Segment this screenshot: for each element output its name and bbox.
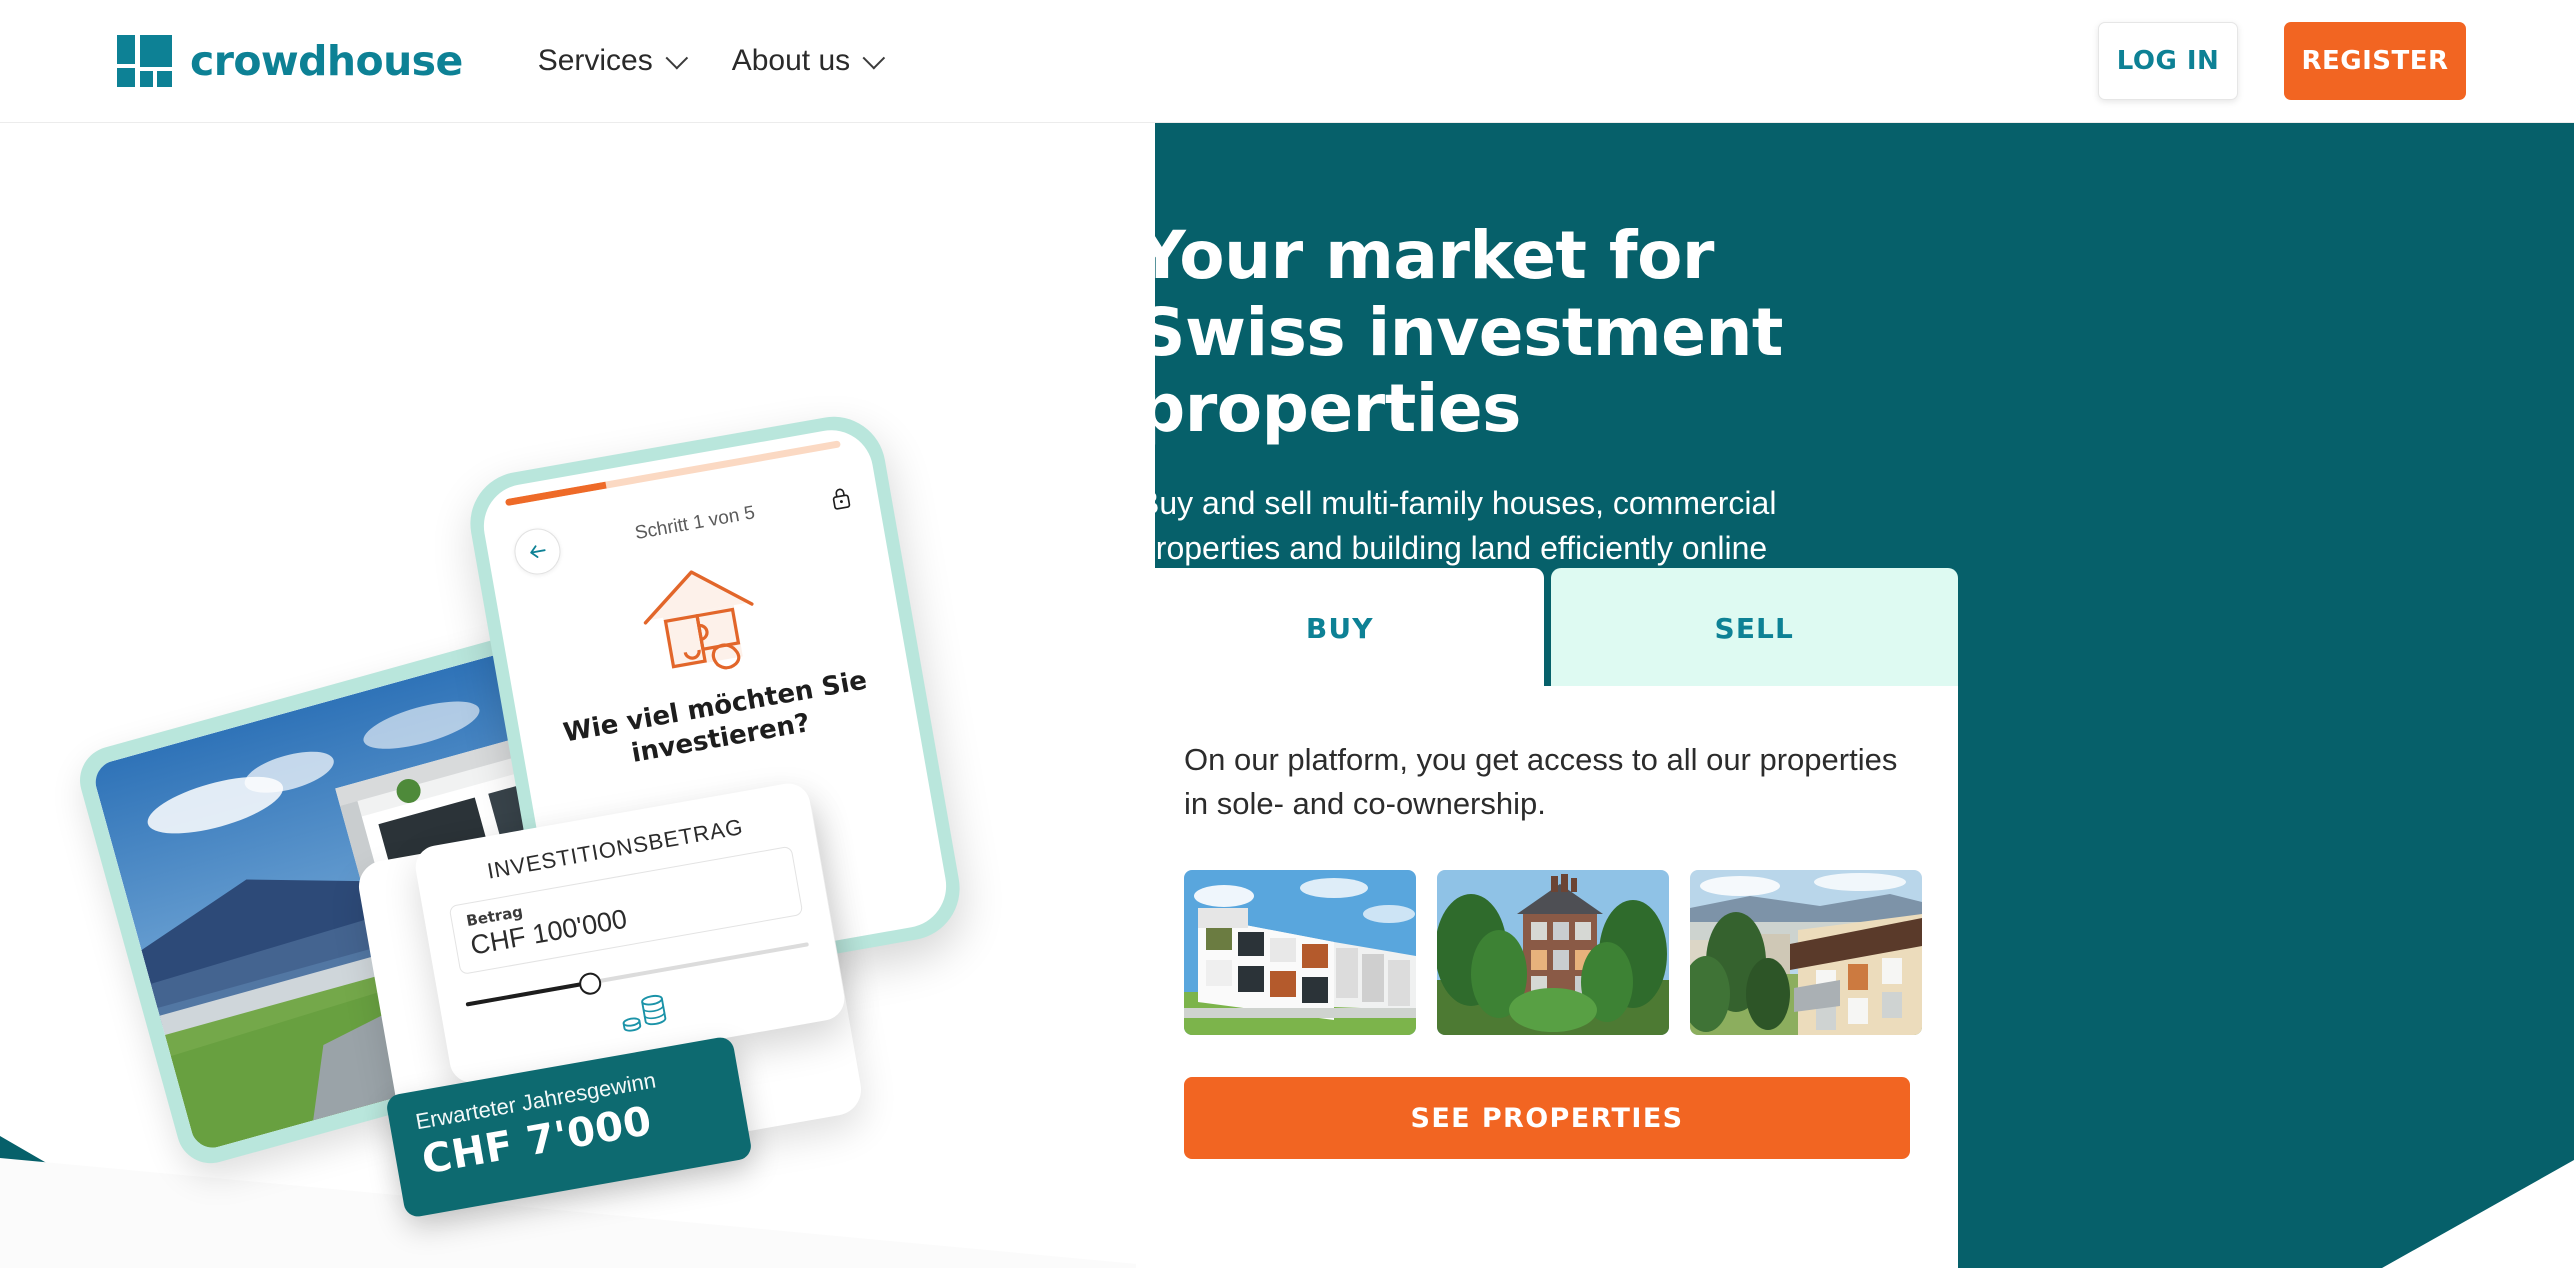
carousel-dot-3[interactable] [1224, 1239, 1250, 1265]
brand-logo[interactable]: crowdhouse [117, 35, 463, 87]
buy-sell-tabs: BUY SELL [1136, 568, 1958, 688]
nav-item-services-label: Services [537, 44, 653, 77]
carousel-dot-1[interactable] [1136, 1239, 1162, 1265]
nav-item-about-us-label: About us [731, 44, 851, 77]
carousel-pagination [1136, 1239, 1374, 1265]
buy-sell-card-body: On our platform, you get access to all o… [1136, 686, 1958, 1268]
nav-item-about-us[interactable]: About us [731, 44, 886, 78]
slider-knob[interactable] [577, 970, 603, 997]
chevron-down-icon [862, 46, 886, 70]
arrow-left-icon [530, 545, 546, 558]
coins-icon [622, 994, 667, 1032]
hero-section: Schritt 1 von 5 Wie viel möchten Sie inv… [0, 123, 2574, 1268]
step-indicator-label: Schritt 1 von 5 [633, 502, 757, 545]
carousel-dot-5[interactable] [1348, 1239, 1374, 1265]
nav-item-services[interactable]: Services [537, 44, 688, 78]
property-thumbnail-1[interactable] [1184, 870, 1416, 1036]
login-button[interactable]: LOG IN [2098, 22, 2238, 100]
property-thumbnail-3[interactable] [1690, 870, 1922, 1036]
property-thumbnails [1184, 870, 1922, 1036]
main-navigation: Services About us [537, 44, 886, 78]
see-properties-button[interactable]: SEE PROPERTIES [1184, 1077, 1910, 1160]
slider-fill [465, 980, 594, 1007]
back-button[interactable] [510, 524, 565, 579]
lock-icon [832, 488, 851, 510]
crowdhouse-logo-icon [117, 35, 172, 87]
header-actions: LOG IN REGISTER [2098, 22, 2466, 100]
site-header: crowdhouse Services About us LOG IN REGI… [0, 0, 2574, 123]
chevron-down-icon [665, 46, 688, 70]
hero-copy: Your market for Swiss investment propert… [1138, 217, 2058, 572]
brand-name: crowdhouse [190, 37, 463, 85]
hero-subtitle: Buy and sell multi-family houses, commer… [1138, 484, 1777, 567]
tab-buy[interactable]: BUY [1136, 568, 1544, 688]
register-button[interactable]: REGISTER [2284, 22, 2466, 100]
carousel-dot-4-active[interactable] [1268, 1239, 1330, 1265]
hero-illustration: Schritt 1 von 5 Wie viel möchten Sie inv… [0, 123, 1160, 1268]
property-thumbnail-2[interactable] [1437, 870, 1669, 1036]
carousel-dot-2[interactable] [1180, 1239, 1206, 1265]
house-puzzle-icon [643, 570, 754, 670]
tab-sell[interactable]: SELL [1550, 568, 1958, 688]
page-title: Your market for Swiss investment propert… [1138, 217, 1783, 448]
buy-sell-card: BUY SELL On our platform, you get access… [1136, 568, 1958, 1268]
buy-tab-description: On our platform, you get access to all o… [1184, 742, 1898, 822]
